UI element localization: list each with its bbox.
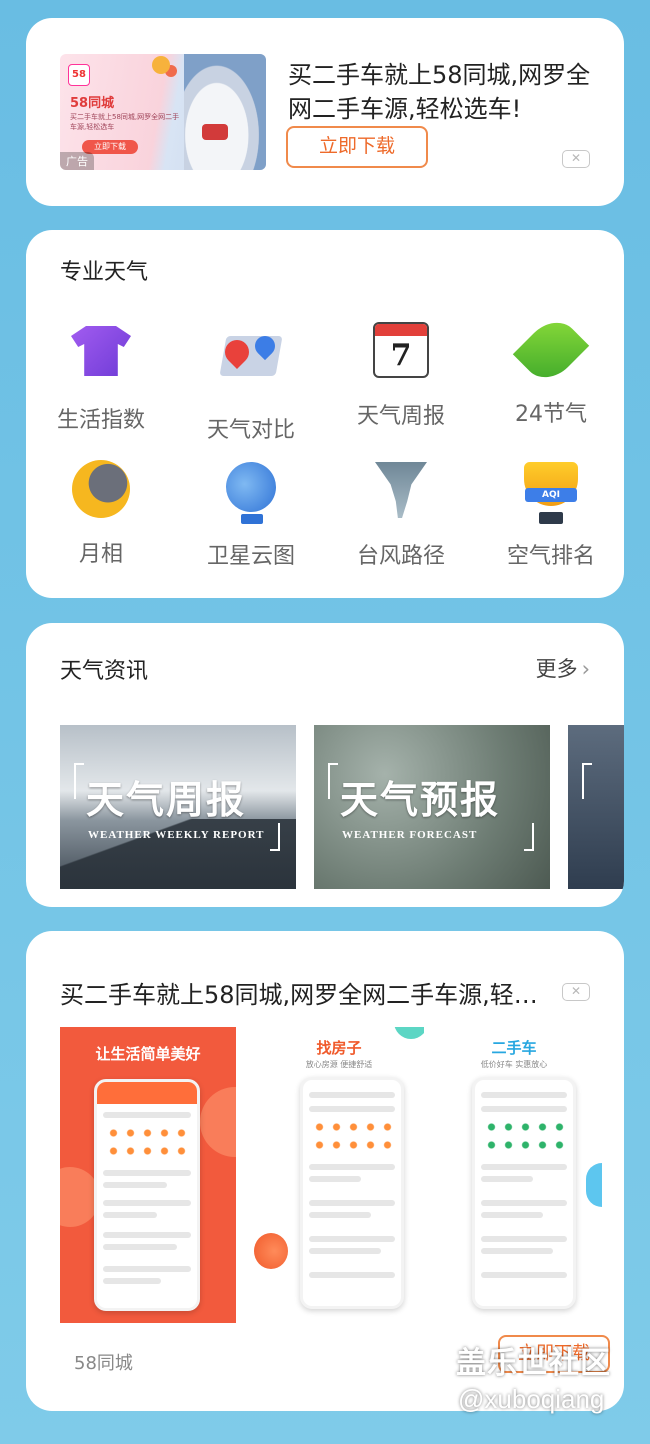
moon-icon xyxy=(69,460,133,524)
tool-label: 月相 xyxy=(78,542,123,567)
tool-label: 卫星云图 xyxy=(206,544,295,569)
tornado-icon xyxy=(369,462,433,526)
tool-label: 台风路径 xyxy=(356,544,445,569)
calendar-icon: 7 xyxy=(369,322,433,386)
ad-title[interactable]: 买二手车就上58同城,网罗全网二手车源,轻松选车! xyxy=(288,58,592,126)
calendar-day: 7 xyxy=(390,338,412,373)
tool-label: 天气对比 xyxy=(206,418,295,443)
more-link[interactable]: 更多 › xyxy=(536,653,590,683)
flower-decoration xyxy=(152,56,170,74)
phone-mockup xyxy=(300,1077,404,1309)
ad-screenshot-header: 让生活简单美好 xyxy=(95,1045,201,1063)
news-carousel[interactable]: 天气周报 WEATHER WEEKLY REPORT 天气预报 WEATHER … xyxy=(60,725,624,889)
car-image xyxy=(184,54,266,170)
tool-weather-compare[interactable]: 天气对比 xyxy=(176,318,326,444)
leaf-icon xyxy=(512,311,590,389)
watermark-text: 盖乐世社区 xyxy=(456,1346,611,1381)
ad-screenshot-header: 找房子 xyxy=(316,1039,362,1057)
bracket-decoration xyxy=(524,823,534,851)
ad-thumb-brand: 58同城 xyxy=(70,96,115,111)
satellite-icon xyxy=(218,454,284,526)
ad-source: 58同城 xyxy=(74,1353,133,1374)
tool-satellite[interactable]: 卫星云图 xyxy=(176,454,326,570)
bracket-decoration xyxy=(328,763,338,799)
ad-screenshot-header: 二手车 xyxy=(491,1039,537,1057)
news-tile[interactable] xyxy=(568,725,624,889)
news-tile-title: 天气周报 xyxy=(86,777,247,822)
tool-label: 生活指数 xyxy=(56,408,145,433)
news-tile[interactable]: 天气预报 WEATHER FORECAST xyxy=(314,725,550,889)
tool-solar-terms[interactable]: 24节气 xyxy=(476,311,624,428)
tool-weekly-report[interactable]: 7 天气周报 xyxy=(326,318,476,430)
more-label: 更多 xyxy=(535,657,578,681)
shirt-icon xyxy=(69,326,133,390)
phone-mockup xyxy=(94,1079,200,1311)
trophy-icon: AQI xyxy=(519,462,583,526)
ad-screenshot-sub: 低价好车 实惠放心 xyxy=(480,1060,548,1069)
ad-thumbnail[interactable]: 58 58同城 买二手车就上58同城,网罗全网二手车源,轻松选车 立即下载 广告 xyxy=(60,54,266,170)
trophy-badge: AQI xyxy=(525,488,577,502)
news-tile-title: 天气预报 xyxy=(340,777,501,822)
bracket-decoration xyxy=(270,823,280,851)
ad-screenshot[interactable]: 找房子 放心房源 便捷舒适 xyxy=(254,1027,424,1323)
tool-typhoon-path[interactable]: 台风路径 xyxy=(326,458,476,570)
tool-air-ranking[interactable]: AQI 空气排名 xyxy=(476,458,624,570)
ad-title[interactable]: 买二手车就上58同城,网罗全网二手车源,轻松选车! xyxy=(60,975,540,1010)
ad-screenshot-sub: 放心房源 便捷舒适 xyxy=(305,1060,373,1069)
watermark-handle: @xuboqiang xyxy=(458,1384,605,1414)
tool-label: 天气周报 xyxy=(356,404,445,429)
pro-weather-card: 专业天气 生活指数 天气对比 7 天气周报 24节气 月相 卫星云图 台风路径 … xyxy=(26,230,624,598)
ad-thumb-desc: 买二手车就上58同城,网罗全网二手车源,轻松选车 xyxy=(70,113,180,131)
news-tile-subtitle: WEATHER FORECAST xyxy=(342,829,478,841)
bracket-decoration xyxy=(582,763,592,799)
tool-life-index[interactable]: 生活指数 xyxy=(26,318,176,434)
phone-mockup xyxy=(472,1077,576,1309)
tool-label: 空气排名 xyxy=(506,544,595,569)
section-title: 天气资讯 xyxy=(60,659,149,684)
news-tile[interactable]: 天气周报 WEATHER WEEKLY REPORT xyxy=(60,725,296,889)
ad-screenshot[interactable]: 二手车 低价好车 实惠放心 xyxy=(426,1027,602,1323)
tool-moon-phase[interactable]: 月相 xyxy=(26,458,176,568)
download-button[interactable]: 立即下载 xyxy=(286,126,428,168)
ad-card-top[interactable]: 58 58同城 买二手车就上58同城,网罗全网二手车源,轻松选车 立即下载 广告… xyxy=(26,18,624,206)
news-tile-subtitle: WEATHER WEEKLY REPORT xyxy=(88,829,265,841)
section-title: 专业天气 xyxy=(60,260,149,285)
brand-logo-icon: 58 xyxy=(68,64,90,86)
ad-screenshot[interactable]: 让生活简单美好 xyxy=(60,1027,236,1323)
chevron-right-icon: › xyxy=(581,657,590,681)
close-icon[interactable]: ✕ xyxy=(562,150,590,168)
bracket-decoration xyxy=(74,763,84,799)
close-icon[interactable]: ✕ xyxy=(562,983,590,1001)
tool-label: 24节气 xyxy=(515,402,587,427)
ad-tag: 广告 xyxy=(60,152,94,170)
map-pin-icon xyxy=(219,331,283,400)
weather-news-card: 天气资讯 更多 › 天气周报 WEATHER WEEKLY REPORT 天气预报… xyxy=(26,623,624,907)
